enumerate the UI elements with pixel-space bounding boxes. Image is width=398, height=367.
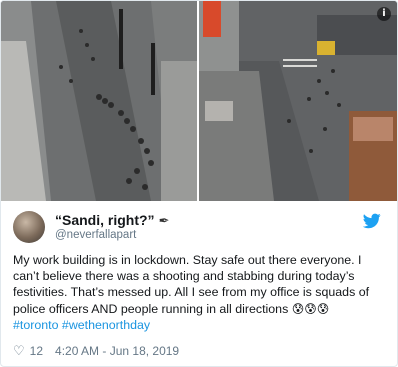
- timestamp[interactable]: 4:20 AM - Jun 18, 2019: [55, 344, 179, 358]
- tweet-card: i “Sandi, right?” ✒ @neverfallapart My wo…: [0, 0, 398, 367]
- user-handle[interactable]: @neverfallapart: [55, 229, 136, 241]
- pen-icon: ✒: [158, 214, 170, 229]
- intersection-photo[interactable]: i: [199, 1, 397, 201]
- hashtag-toronto[interactable]: #toronto: [13, 318, 58, 332]
- hashtag-wethenorthday[interactable]: #wethenorthday: [62, 318, 150, 332]
- twitter-bird-icon[interactable]: [363, 213, 381, 229]
- street-scene-right: [199, 1, 397, 201]
- heart-icon[interactable]: ♡: [13, 344, 25, 359]
- tweet-text: My work building is in lockdown. Stay sa…: [13, 252, 385, 333]
- tweet-media[interactable]: i: [1, 1, 397, 201]
- avatar[interactable]: [13, 211, 45, 243]
- tweet-footer: ♡ 12 4:20 AM - Jun 18, 2019: [13, 343, 179, 359]
- display-name[interactable]: “Sandi, right?” ✒: [55, 212, 169, 229]
- info-icon[interactable]: i: [377, 7, 391, 21]
- anxious-face-emojis: 😰😰😰: [291, 301, 330, 316]
- street-scene-left: [1, 1, 197, 201]
- crowd-street-photo[interactable]: [1, 1, 197, 201]
- display-name-text[interactable]: “Sandi, right?”: [55, 212, 155, 228]
- like-count[interactable]: 12: [30, 344, 43, 358]
- tweet-header: “Sandi, right?” ✒ @neverfallapart: [13, 211, 385, 245]
